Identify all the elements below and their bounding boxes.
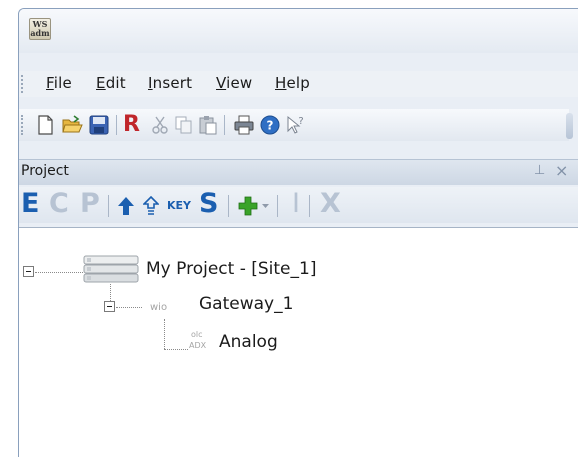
tree-node-analog[interactable]: Analog bbox=[219, 332, 278, 352]
server-icon[interactable] bbox=[83, 255, 139, 283]
panel-toolbar-separator bbox=[228, 195, 229, 217]
svg-text:?: ? bbox=[298, 116, 303, 127]
toolbar-grip[interactable] bbox=[21, 115, 24, 135]
title-bar: WS adm bbox=[19, 9, 578, 53]
menu-view[interactable]: View bbox=[216, 74, 252, 92]
wio-icon: wio bbox=[150, 302, 168, 313]
toolbar-overflow-icon[interactable] bbox=[566, 113, 573, 139]
olc-icon: olc bbox=[191, 330, 203, 339]
move-top-icon[interactable] bbox=[143, 196, 159, 216]
close-icon[interactable]: × bbox=[555, 161, 568, 180]
key-button[interactable]: KEY bbox=[167, 199, 191, 212]
panel-toolbar-separator bbox=[277, 195, 278, 217]
toolbar-separator bbox=[116, 115, 117, 135]
save-icon[interactable] bbox=[88, 114, 110, 136]
project-panel-toolbar: E C P KEY S I X bbox=[19, 187, 578, 223]
x-button[interactable]: X bbox=[320, 189, 341, 219]
help-icon[interactable]: ? bbox=[259, 114, 281, 136]
panel-toolbar-separator bbox=[108, 195, 109, 217]
open-folder-icon[interactable] bbox=[61, 114, 83, 136]
c-button[interactable]: C bbox=[49, 189, 69, 219]
menu-bar: File Edit Insert View Help bbox=[19, 71, 578, 97]
menu-grip[interactable] bbox=[21, 75, 24, 93]
panel-toolbar-separator bbox=[309, 195, 310, 217]
panel-title: Project bbox=[21, 163, 69, 179]
menu-file[interactable]: File bbox=[46, 74, 72, 92]
tree-connector bbox=[110, 284, 111, 301]
pin-icon[interactable]: ⊥ bbox=[534, 163, 545, 178]
add-icon[interactable] bbox=[237, 195, 259, 217]
paste-icon[interactable] bbox=[197, 114, 219, 136]
cut-icon[interactable] bbox=[149, 114, 171, 136]
collapse-gateway-icon[interactable] bbox=[104, 301, 115, 312]
menu-insert[interactable]: Insert bbox=[148, 74, 192, 92]
bar-button[interactable]: I bbox=[292, 189, 300, 219]
tree-connector bbox=[164, 349, 188, 350]
new-document-icon[interactable] bbox=[34, 114, 56, 136]
e-button[interactable]: E bbox=[21, 189, 39, 219]
tree-connector bbox=[164, 319, 165, 349]
tree-connector bbox=[116, 307, 142, 308]
main-toolbar: R ? ? bbox=[19, 109, 573, 141]
pointer-help-icon[interactable]: ? bbox=[284, 114, 306, 136]
app-logo-icon[interactable]: WS adm bbox=[29, 18, 51, 40]
chevron-down-icon[interactable] bbox=[261, 203, 270, 209]
r-icon[interactable]: R bbox=[123, 114, 145, 136]
adx-icon: ADX bbox=[189, 341, 207, 350]
tree-connector bbox=[35, 272, 83, 273]
copy-icon[interactable] bbox=[173, 114, 195, 136]
menu-help[interactable]: Help bbox=[275, 74, 310, 92]
menu-edit[interactable]: Edit bbox=[96, 74, 126, 92]
toolbar-separator bbox=[224, 115, 225, 135]
print-icon[interactable] bbox=[233, 114, 255, 136]
arrow-up-icon[interactable] bbox=[117, 196, 135, 216]
project-panel-header: Project ⊥ × bbox=[19, 159, 578, 185]
p-button[interactable]: P bbox=[80, 189, 100, 219]
tree-node-project[interactable]: My Project - [Site_1] bbox=[146, 259, 316, 279]
s-button[interactable]: S bbox=[199, 189, 218, 219]
app-window: WS adm File Edit Insert View Help R ? ? … bbox=[18, 8, 578, 457]
collapse-root-icon[interactable] bbox=[23, 266, 34, 277]
svg-text:?: ? bbox=[267, 119, 274, 133]
project-tree: My Project - [Site_1] wio Gateway_1 olc … bbox=[19, 227, 578, 457]
tree-node-gateway[interactable]: Gateway_1 bbox=[199, 294, 293, 314]
